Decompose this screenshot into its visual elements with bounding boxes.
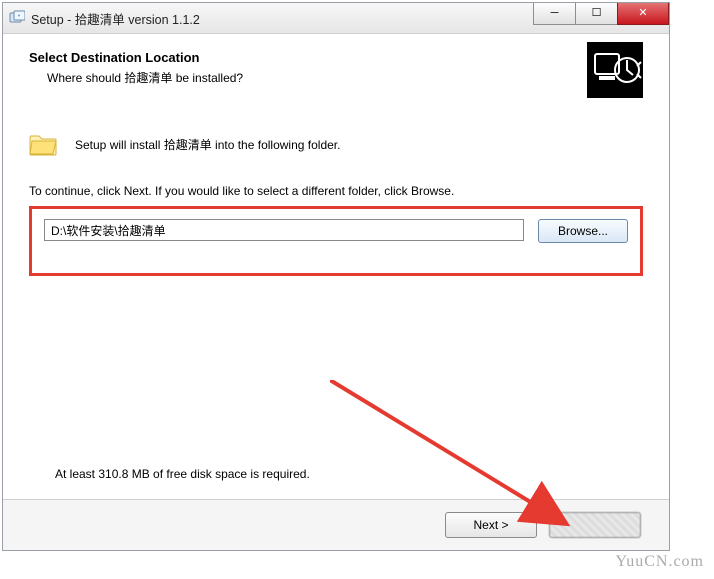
wizard-page: Select Destination Location Where should…	[3, 34, 669, 499]
install-intro-text: Setup will install 拾趣清单 into the followi…	[75, 136, 340, 153]
install-intro-row: Setup will install 拾趣清单 into the followi…	[29, 132, 643, 156]
browse-button[interactable]: Browse...	[538, 219, 628, 243]
minimize-icon: ─	[551, 8, 559, 19]
page-heading: Select Destination Location	[29, 50, 643, 65]
app-icon	[9, 10, 25, 26]
watermark-text: YuuCN.com	[615, 553, 704, 571]
page-subheading: Where should 拾趣清单 be installed?	[47, 69, 643, 86]
disk-space-text: At least 310.8 MB of free disk space is …	[55, 467, 310, 481]
close-button[interactable]: ✕	[617, 3, 669, 25]
maximize-button[interactable]: ☐	[575, 3, 618, 25]
window-controls: ─ ☐ ✕	[534, 3, 669, 25]
wizard-button-bar: Next > ······	[3, 499, 669, 550]
window-title: Setup - 拾趣清单 version 1.1.2	[31, 9, 200, 28]
client-area: Select Destination Location Where should…	[3, 34, 669, 550]
next-button[interactable]: Next >	[445, 512, 537, 538]
title-bar: Setup - 拾趣清单 version 1.1.2 ─ ☐ ✕	[3, 3, 669, 34]
setup-window: Setup - 拾趣清单 version 1.1.2 ─ ☐ ✕ Select …	[2, 2, 670, 551]
destination-path-input[interactable]	[44, 219, 524, 241]
setup-graphic-icon	[587, 42, 643, 98]
folder-icon	[29, 132, 57, 156]
continue-hint: To continue, click Next. If you would li…	[29, 184, 643, 198]
destination-highlight: Browse...	[29, 206, 643, 276]
cancel-button[interactable]: ······	[549, 512, 641, 538]
maximize-icon: ☐	[592, 8, 602, 19]
close-icon: ✕	[638, 8, 647, 19]
minimize-button[interactable]: ─	[533, 3, 576, 25]
